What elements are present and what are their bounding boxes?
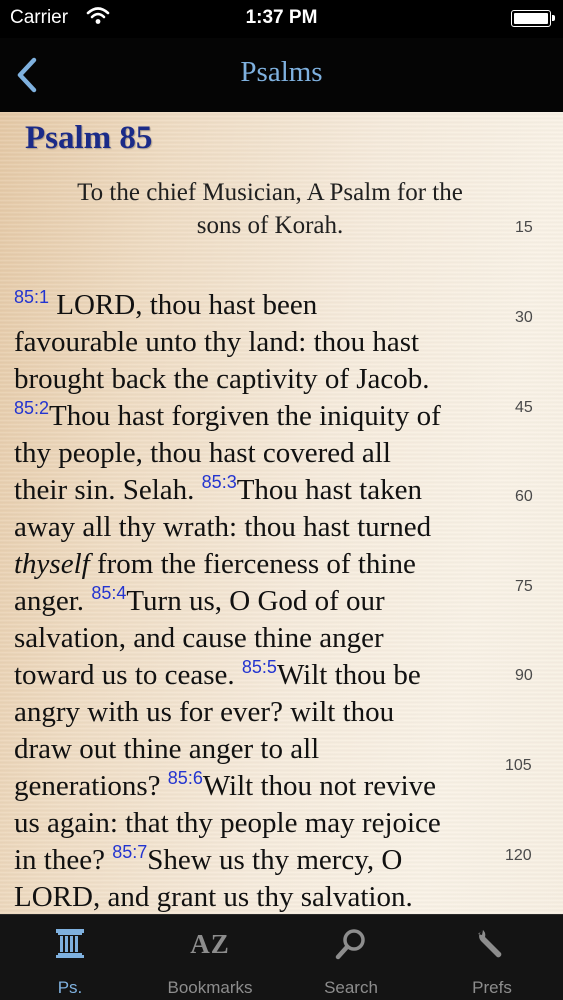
navigation-bar: Psalms [0, 38, 563, 112]
text-line: brought back the captivity of Jacob. [14, 363, 430, 395]
verse-fragment: from the fierceness of thine [89, 548, 416, 580]
text-line: 85:2Thou hast forgiven the iniquity of [14, 398, 534, 435]
clock: 1:37 PM [245, 7, 318, 28]
verse-fragment: Shew us thy mercy, O [147, 844, 403, 876]
verse-number[interactable]: 85:4 [91, 583, 126, 603]
tab-label: Search [324, 978, 378, 997]
wrench-icon [478, 930, 502, 958]
nav-title: Psalms [240, 56, 323, 88]
verse-number[interactable]: 85:6 [168, 768, 203, 788]
verse-text: 85:1 LORD, thou hast been favourable unt… [14, 287, 534, 914]
verse-fragment: in thee? [14, 844, 113, 876]
tab-label: Ps. [57, 978, 83, 997]
verse-number[interactable]: 85:5 [242, 657, 277, 677]
text-line: us again: that thy people may rejoice [14, 807, 441, 839]
status-bar: Carrier 1:37 PM [0, 0, 563, 38]
verse-number[interactable]: 85:3 [202, 472, 237, 492]
verse-number[interactable]: 85:1 [14, 287, 49, 307]
verse-fragment: LORD, thou hast been [49, 289, 318, 321]
text-line: toward us to cease. 85:5Wilt thou be [14, 657, 534, 694]
tab-bookmarks[interactable]: AZ Bookmarks [140, 915, 280, 1000]
verse-fragment: their sin. Selah. [14, 474, 202, 506]
verse-fragment: Thou hast forgiven the iniquity of [49, 400, 441, 432]
tab-search[interactable]: Search [281, 915, 421, 1000]
tab-psalms[interactable]: Ps. [0, 915, 140, 1000]
magnifier-icon [335, 929, 365, 960]
superscription: To the chief Musician, A Psalm for the s… [20, 176, 520, 242]
verse-fragment: Turn us, O God of our [126, 585, 385, 617]
text-line: in thee? 85:7Shew us thy mercy, O [14, 842, 534, 879]
verse-fragment: Thou hast taken [236, 474, 422, 506]
verse-fragment: generations? [14, 770, 168, 802]
battery-icon [511, 10, 555, 27]
verse-fragment: toward us to cease. [14, 659, 242, 691]
verse-number[interactable]: 85:7 [112, 842, 147, 862]
text-line: thy people, thou hast covered all [14, 437, 391, 469]
tab-prefs[interactable]: Prefs [422, 915, 562, 1000]
text-line: generations? 85:6Wilt thou not revive [14, 768, 534, 805]
column-icon [56, 929, 84, 958]
text-line: favourable unto thy land: thou hast [14, 326, 420, 358]
tab-bar: Ps. AZ Bookmarks Search Prefs [0, 914, 563, 1000]
az-icon: AZ [190, 929, 230, 959]
scripture-page[interactable]: Psalm 85 To the chief Musician, A Psalm … [0, 112, 563, 914]
tab-label: Prefs [472, 978, 512, 997]
superscription-line: sons of Korah. [196, 212, 344, 239]
text-line: thyself from the fierceness of thine [14, 546, 534, 583]
text-line: salvation, and cause thine anger [14, 622, 384, 654]
text-line: anger. 85:4Turn us, O God of our [14, 583, 534, 620]
italic-word: thyself [14, 548, 90, 580]
text-line: 85:1 LORD, thou hast been [14, 287, 534, 324]
verse-fragment: Wilt thou not revive [202, 770, 437, 802]
verse-fragment: Wilt thou be [276, 659, 421, 691]
superscription-line: To the chief Musician, A Psalm for the [77, 179, 463, 206]
text-line: angry with us for ever? wilt thou [14, 696, 395, 728]
tab-label: Bookmarks [167, 978, 253, 997]
text-line: draw out thine anger to all [14, 733, 320, 765]
verse-number[interactable]: 85:2 [14, 398, 49, 418]
verse-fragment: anger. [14, 585, 92, 617]
text-line: away all thy wrath: thou hast turned [14, 511, 432, 543]
psalm-title: Psalm 85 [25, 120, 153, 156]
line-number: 15 [515, 219, 533, 236]
text-line: their sin. Selah. 85:3Thou hast taken [14, 472, 534, 509]
text-line: LORD, and grant us thy salvation. [14, 881, 413, 913]
